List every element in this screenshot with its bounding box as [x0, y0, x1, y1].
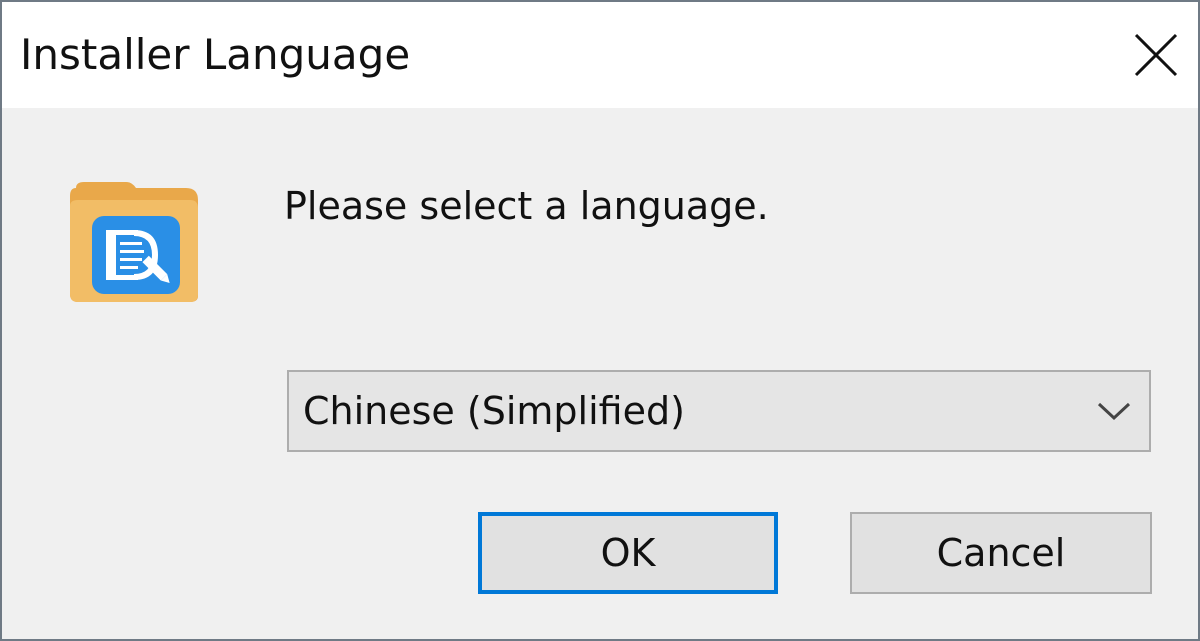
chevron-down-icon — [1097, 402, 1131, 421]
language-prompt: Please select a language. — [284, 184, 769, 228]
cancel-button[interactable]: Cancel — [850, 512, 1152, 594]
title-bar[interactable]: Installer Language — [2, 2, 1198, 108]
language-select[interactable]: Chinese (Simplified) — [287, 370, 1151, 452]
window-title: Installer Language — [20, 30, 411, 79]
ok-button[interactable]: OK — [478, 512, 778, 594]
close-icon — [1134, 33, 1178, 77]
close-button[interactable] — [1114, 2, 1198, 108]
installer-app-icon — [70, 182, 198, 302]
installer-language-dialog: Installer Language Please select a langu… — [0, 0, 1200, 641]
language-select-value: Chinese (Simplified) — [303, 389, 685, 433]
